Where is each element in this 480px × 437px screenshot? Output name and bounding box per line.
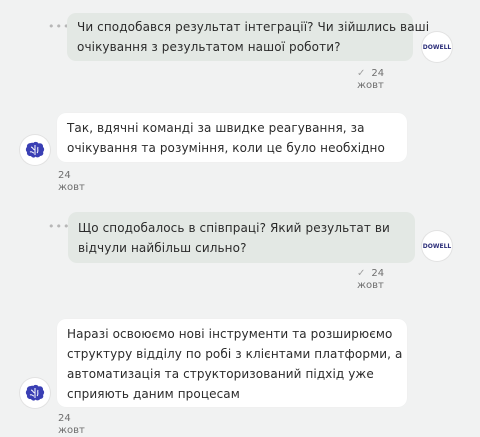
message-line: очікування з результатом нашої роботи? [77, 40, 341, 54]
message-line: очікування та розуміння, коли це було не… [67, 141, 385, 155]
message-bubble: Так, вдячні команді за швидке реагування… [57, 113, 407, 162]
message-line: Чи сподобався результат інтеграції? Чи з… [77, 20, 430, 34]
message-meta: ✓ 24 жовт [357, 68, 384, 92]
company-avatar: DOWELL [422, 231, 452, 261]
brain-avatar [20, 135, 50, 165]
message-meta: 24 жовт [58, 413, 85, 437]
brain-icon [25, 141, 45, 158]
company-logo: DOWELL [422, 242, 452, 250]
message-bubble: Чи сподобався результат інтеграції? Чи з… [67, 13, 430, 61]
check-icon: ✓ [357, 268, 366, 279]
company-avatar: DOWELL [422, 32, 452, 62]
message-line: автоматизація та структоризований підхід… [67, 367, 374, 381]
check-icon: ✓ [357, 68, 366, 79]
message-meta: 24 жовт [58, 170, 85, 194]
brain-icon [25, 384, 45, 401]
message-line: відчули найбільш сильно? [78, 241, 247, 255]
message-line: Так, вдячні команді за швидке реагування… [67, 121, 365, 135]
message-date: 24 жовт [58, 170, 85, 193]
message-line: Що сподобалось в співпраці? Який результ… [78, 221, 390, 235]
message-line: Наразі освоюємо нові інструменти та розш… [67, 327, 393, 341]
message-line: сприяють даним процесам [67, 387, 240, 401]
message-meta: ✓ 24 жовт [357, 268, 384, 292]
message-line: структуру відділу по робі з клієнтами пл… [67, 347, 403, 361]
message-date: 24 жовт [58, 413, 85, 436]
company-logo: DOWELL [422, 43, 452, 51]
brain-avatar [20, 378, 50, 408]
message-bubble: Що сподобалось в співпраці? Який результ… [68, 212, 415, 263]
message-bubble: Наразі освоюємо нові інструменти та розш… [57, 319, 407, 407]
